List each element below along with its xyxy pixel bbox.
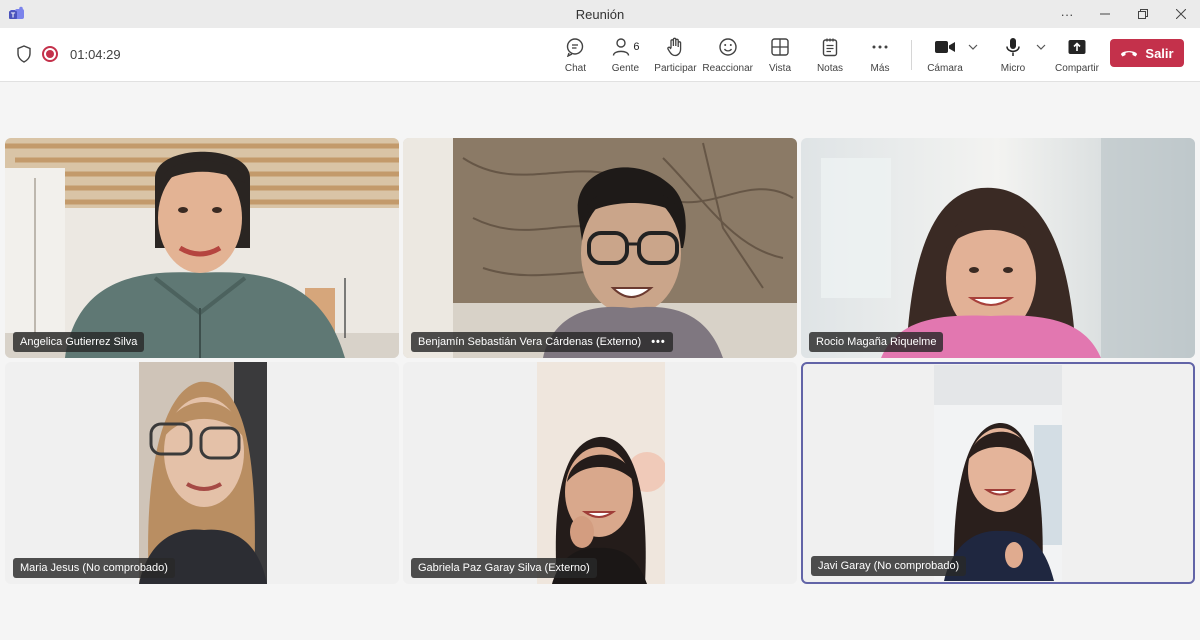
- participant-video-benjamin: [403, 138, 797, 358]
- mic-control: Micro: [988, 36, 1046, 74]
- video-tile-javi[interactable]: Javi Garay (No comprobado): [801, 362, 1195, 584]
- chat-icon: [567, 38, 584, 57]
- participant-video-angelica: [5, 138, 399, 358]
- people-icon: [613, 38, 630, 56]
- camera-label: Cámara: [927, 63, 963, 74]
- call-timer: 01:04:29: [70, 46, 121, 62]
- react-label: Reaccionar: [702, 63, 753, 74]
- camera-icon: [935, 41, 955, 53]
- shield-icon[interactable]: [16, 45, 32, 63]
- participant-name: Maria Jesus (No comprobado): [20, 562, 168, 574]
- participant-video-gabriela: [537, 362, 665, 584]
- notes-button[interactable]: Notas: [805, 36, 855, 74]
- video-tile-maria[interactable]: Maria Jesus (No comprobado): [5, 362, 399, 584]
- participant-name-tag: Rocio Magaña Riquelme: [809, 332, 944, 352]
- participant-name-tag: Gabriela Paz Garay Silva (Externo): [411, 558, 597, 578]
- video-tile-benjamin[interactable]: Benjamín Sebastián Vera Cárdenas (Extern…: [403, 138, 797, 358]
- more-icon: [872, 45, 888, 49]
- video-tile-angelica[interactable]: Angelica Gutierrez Silva: [5, 138, 399, 358]
- share-button[interactable]: Compartir: [1052, 36, 1102, 74]
- view-button[interactable]: Vista: [755, 36, 805, 74]
- participant-video-maria: [139, 362, 267, 584]
- chat-label: Chat: [564, 63, 586, 74]
- react-button[interactable]: Reaccionar: [700, 36, 755, 74]
- participant-name: Javi Garay (No comprobado): [818, 560, 960, 572]
- video-grid: Angelica Gutierrez Silva Benjamín Sebast…: [0, 82, 1200, 640]
- grid-view-icon: [771, 38, 789, 56]
- participant-video-rocio: [801, 138, 1195, 358]
- camera-button[interactable]: Cámara: [920, 36, 970, 74]
- title-bar: T Reunión ···: [0, 0, 1200, 28]
- share-label: Compartir: [1055, 63, 1099, 74]
- view-label: Vista: [768, 63, 792, 74]
- participant-name: Angelica Gutierrez Silva: [20, 336, 138, 348]
- microphone-icon: [1006, 38, 1020, 56]
- raise-hand-button[interactable]: Participar: [650, 36, 700, 74]
- toolbar-divider: [911, 40, 912, 70]
- more-label: Más: [870, 63, 890, 74]
- share-screen-icon: [1068, 40, 1086, 54]
- minimize-button[interactable]: [1086, 0, 1124, 28]
- notes-label: Notas: [816, 63, 844, 74]
- window-more-icon[interactable]: ···: [1048, 0, 1086, 28]
- window-title: Reunión: [575, 7, 625, 22]
- participant-name: Rocio Magaña Riquelme: [816, 336, 937, 348]
- recording-icon: [42, 46, 58, 62]
- mic-button[interactable]: Micro: [988, 36, 1038, 74]
- leave-label: Salir: [1145, 45, 1174, 61]
- meeting-toolbar: 01:04:29 Chat 6 Gente Participar Reaccio…: [0, 28, 1200, 82]
- chat-button[interactable]: Chat: [550, 36, 600, 74]
- participant-name: Gabriela Paz Garay Silva (Externo): [418, 562, 590, 574]
- hand-icon: [667, 37, 682, 57]
- camera-control: Cámara: [920, 36, 978, 74]
- participant-name-tag: Benjamín Sebastián Vera Cárdenas (Extern…: [411, 332, 673, 352]
- raise-hand-label: Participar: [654, 63, 697, 74]
- smiley-icon: [719, 38, 737, 56]
- participant-video-javi: [934, 365, 1062, 581]
- participant-name-tag: Javi Garay (No comprobado): [811, 556, 967, 576]
- participant-name: Benjamín Sebastián Vera Cárdenas (Extern…: [418, 336, 642, 348]
- participant-more-options-icon[interactable]: •••: [651, 336, 666, 348]
- close-button[interactable]: [1162, 0, 1200, 28]
- people-button[interactable]: 6 Gente: [600, 36, 650, 74]
- people-count: 6: [633, 41, 640, 53]
- camera-options-chevron-down-icon[interactable]: [968, 43, 978, 54]
- notes-icon: [822, 38, 838, 57]
- video-tile-rocio[interactable]: Rocio Magaña Riquelme: [801, 138, 1195, 358]
- restore-button[interactable]: [1124, 0, 1162, 28]
- hang-up-icon: [1121, 51, 1138, 57]
- participant-name-tag: Angelica Gutierrez Silva: [13, 332, 145, 352]
- video-tile-gabriela[interactable]: Gabriela Paz Garay Silva (Externo): [403, 362, 797, 584]
- participant-name-tag: Maria Jesus (No comprobado): [13, 558, 175, 578]
- more-button[interactable]: Más: [855, 36, 905, 74]
- mic-label: Micro: [1000, 63, 1026, 74]
- people-label: Gente: [611, 63, 640, 74]
- mic-options-chevron-down-icon[interactable]: [1036, 43, 1046, 54]
- leave-button[interactable]: Salir: [1110, 39, 1184, 67]
